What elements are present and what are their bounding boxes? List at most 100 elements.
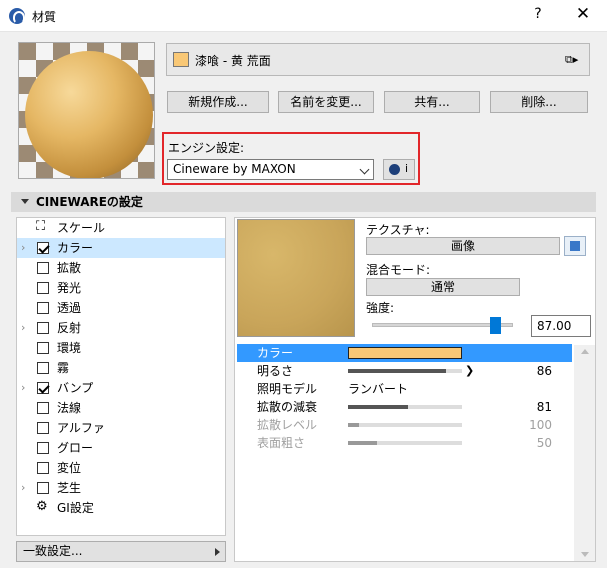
channel-label: スケール bbox=[57, 221, 106, 235]
channel-checkbox[interactable] bbox=[37, 442, 49, 454]
scroll-up-icon[interactable] bbox=[581, 349, 589, 354]
bar-fill bbox=[348, 405, 409, 409]
channel-item[interactable]: 変位 bbox=[17, 458, 225, 478]
channel-item[interactable]: 法線 bbox=[17, 398, 225, 418]
expand-chevron-icon[interactable]: › bbox=[21, 238, 25, 258]
blend-mode-button[interactable]: 通常 bbox=[366, 278, 520, 296]
help-button[interactable]: ? bbox=[530, 6, 546, 22]
engine-label: エンジン設定: bbox=[168, 141, 245, 155]
channel-list[interactable]: ⛶ スケール › カラー拡散発光透過 › 反射環境霧 › バンプ 法線 アルファ グロー 変位 › 芝生 ⚙… bbox=[16, 217, 226, 536]
material-selector[interactable]: 漆喰 - 黄 荒面 ⧉▸ bbox=[166, 43, 590, 76]
channel-item[interactable]: › 反射 bbox=[17, 318, 225, 338]
title-bar: 材質 ? ✕ bbox=[0, 0, 607, 32]
channel-item[interactable]: 透過 bbox=[17, 298, 225, 318]
engine-value: Cineware by MAXON bbox=[173, 162, 296, 176]
close-button[interactable]: ✕ bbox=[572, 4, 594, 24]
channel-label: 霧 bbox=[57, 361, 70, 375]
property-value-bar[interactable] bbox=[348, 369, 462, 373]
channel-item[interactable]: 発光 bbox=[17, 278, 225, 298]
property-row[interactable]: カラー bbox=[237, 344, 572, 362]
bar-fill bbox=[348, 423, 360, 427]
engine-select[interactable]: Cineware by MAXON bbox=[167, 159, 374, 180]
property-value-bar[interactable] bbox=[348, 441, 462, 445]
property-name: 拡散レベル bbox=[257, 418, 318, 432]
texture-preview bbox=[237, 219, 355, 337]
channel-checkbox[interactable] bbox=[37, 262, 49, 274]
channel-item[interactable]: › カラー bbox=[17, 238, 225, 258]
channel-item[interactable]: 環境 bbox=[17, 338, 225, 358]
gi-settings-icon: ⚙ bbox=[36, 499, 48, 514]
channel-label: 環境 bbox=[57, 341, 82, 355]
properties-scrollbar[interactable] bbox=[574, 345, 595, 561]
channel-checkbox[interactable] bbox=[37, 402, 49, 414]
window-title: 材質 bbox=[32, 10, 57, 24]
section-title: CINEWAREの設定 bbox=[36, 195, 143, 209]
texture-label: テクスチャ: bbox=[366, 223, 430, 237]
strength-label: 強度: bbox=[366, 301, 395, 315]
property-value: 86 bbox=[536, 364, 552, 378]
engine-info-button[interactable]: i bbox=[383, 159, 415, 180]
property-row[interactable]: 拡散の減衰 81 bbox=[237, 398, 572, 416]
chevron-right-icon[interactable]: ❯ bbox=[465, 362, 474, 380]
channel-checkbox[interactable] bbox=[37, 422, 49, 434]
channel-item[interactable]: グロー bbox=[17, 438, 225, 458]
texture-browse-icon[interactable] bbox=[564, 236, 586, 256]
match-settings-label: 一致設定... bbox=[23, 544, 83, 558]
channel-item[interactable]: › 芝生 bbox=[17, 478, 225, 498]
popup-menu-icon[interactable]: ⧉▸ bbox=[565, 53, 578, 67]
channel-checkbox[interactable] bbox=[37, 382, 49, 394]
color-value-swatch[interactable] bbox=[348, 347, 462, 359]
expand-chevron-icon[interactable]: › bbox=[21, 478, 25, 498]
property-value-bar[interactable] bbox=[348, 423, 462, 427]
expand-chevron-icon[interactable]: › bbox=[21, 318, 25, 338]
texture-image-button[interactable]: 画像 bbox=[366, 237, 560, 255]
channel-item[interactable]: 霧 bbox=[17, 358, 225, 378]
channel-checkbox[interactable] bbox=[37, 462, 49, 474]
property-value: 50 bbox=[536, 436, 552, 450]
property-value-bar[interactable] bbox=[348, 405, 462, 409]
info-icon: i bbox=[405, 162, 409, 175]
property-name: カラー bbox=[257, 346, 294, 360]
cinema-logo-icon bbox=[389, 164, 400, 175]
strength-slider-thumb[interactable] bbox=[489, 317, 501, 334]
channel-checkbox[interactable] bbox=[37, 282, 49, 294]
channel-label: 発光 bbox=[57, 281, 82, 295]
chevron-right-icon bbox=[215, 548, 220, 556]
channel-item[interactable]: ⚙ GI設定 bbox=[17, 498, 225, 518]
channel-item[interactable]: ⛶ スケール bbox=[17, 218, 225, 238]
delete-button[interactable]: 削除... bbox=[490, 91, 588, 113]
property-name: 拡散の減衰 bbox=[257, 400, 318, 414]
channel-label: 透過 bbox=[57, 301, 82, 315]
channel-item[interactable]: › バンプ bbox=[17, 378, 225, 398]
expand-chevron-icon[interactable]: › bbox=[21, 378, 25, 398]
property-row[interactable]: 拡散レベル 100 bbox=[237, 416, 572, 434]
share-button[interactable]: 共有... bbox=[384, 91, 480, 113]
channel-label: 反射 bbox=[57, 321, 82, 335]
property-row[interactable]: 表面粗さ 50 bbox=[237, 434, 572, 452]
scroll-down-icon[interactable] bbox=[581, 552, 589, 557]
bar-fill bbox=[348, 369, 447, 373]
channel-checkbox[interactable] bbox=[37, 322, 49, 334]
strength-input[interactable]: 87.00 bbox=[531, 315, 591, 337]
match-settings-button[interactable]: 一致設定... bbox=[16, 541, 226, 562]
property-row[interactable]: 明るさ ❯ 86 bbox=[237, 362, 572, 380]
property-value[interactable]: ランバート bbox=[348, 380, 408, 398]
channel-label: 拡散 bbox=[57, 261, 82, 275]
property-name: 明るさ bbox=[257, 364, 294, 378]
channel-checkbox[interactable] bbox=[37, 482, 49, 494]
new-button[interactable]: 新規作成... bbox=[167, 91, 269, 113]
property-row[interactable]: 照明モデル ランバート bbox=[237, 380, 572, 398]
rename-button[interactable]: 名前を変更... bbox=[278, 91, 374, 113]
channel-label: GI設定 bbox=[57, 501, 94, 515]
cineware-section-header[interactable]: CINEWAREの設定 bbox=[11, 192, 596, 212]
material-preview bbox=[18, 42, 155, 179]
channel-checkbox[interactable] bbox=[37, 362, 49, 374]
channel-item[interactable]: 拡散 bbox=[17, 258, 225, 278]
channel-checkbox[interactable] bbox=[37, 302, 49, 314]
property-value: 81 bbox=[536, 400, 552, 414]
blend-mode-label: 混合モード: bbox=[366, 263, 431, 277]
property-name: 表面粗さ bbox=[257, 436, 306, 450]
channel-checkbox[interactable] bbox=[37, 342, 49, 354]
channel-checkbox[interactable] bbox=[37, 242, 49, 254]
channel-item[interactable]: アルファ bbox=[17, 418, 225, 438]
